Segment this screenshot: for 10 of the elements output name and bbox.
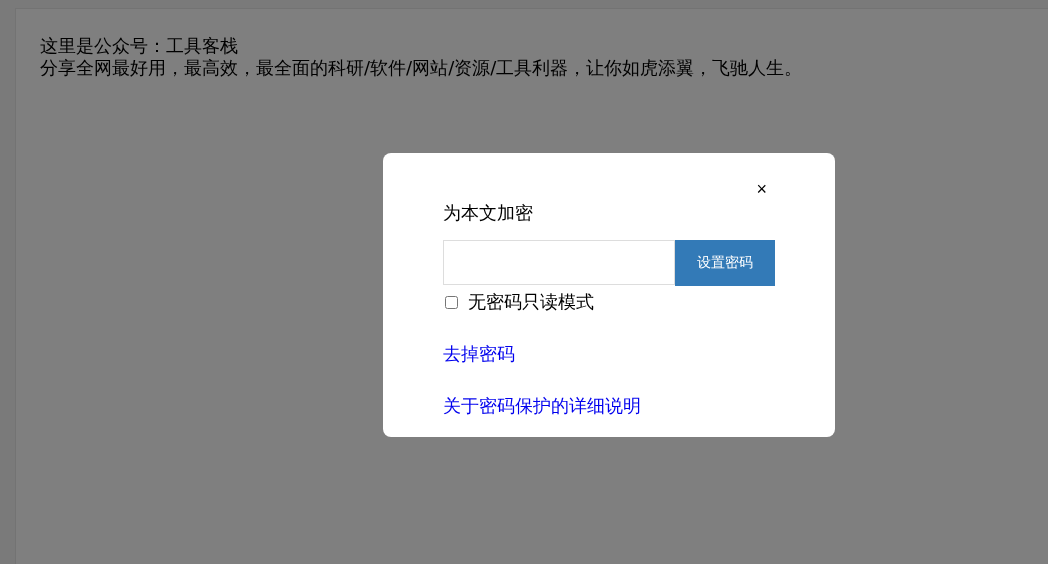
checkbox-label: 无密码只读模式	[468, 290, 594, 314]
readonly-checkbox[interactable]	[445, 295, 458, 309]
page-text: 分享全网最好用，最高效，最全面的科研/软件/网站/资源/工具利器，让你如虎添翼，飞驰人生。	[40, 57, 804, 79]
password-field[interactable]	[443, 240, 675, 285]
page-text: 这里是公众号：工具客栈	[40, 35, 239, 57]
dialog-link[interactable]: 去掉密码	[443, 342, 515, 366]
close-button[interactable]: ×	[756, 179, 767, 199]
set-password-button[interactable]: 设置密码	[675, 240, 775, 286]
dialog-title: 为本文加密	[443, 201, 533, 225]
dialog-link[interactable]: 关于密码保护的详细说明	[443, 394, 641, 418]
